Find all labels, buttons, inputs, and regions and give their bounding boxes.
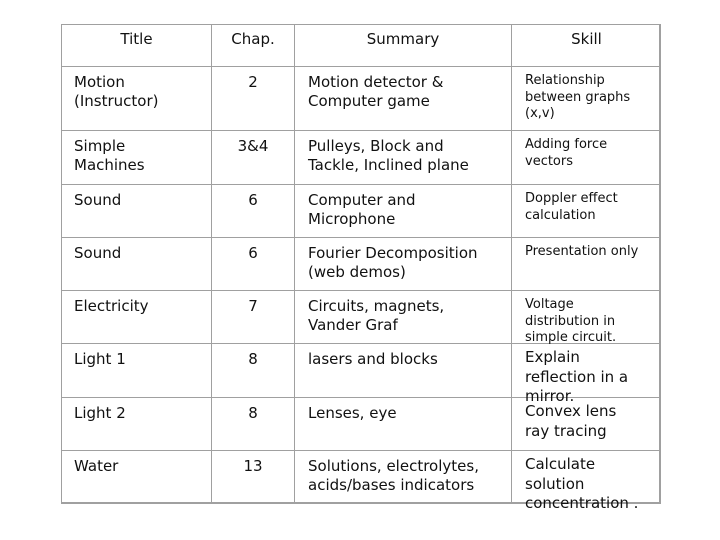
cell-skill-line: Adding force (525, 137, 608, 152)
cell-chapter: 6 (211, 185, 294, 237)
cell-summary: Circuits, magnets, Vander Graf (294, 291, 511, 343)
cell-skill-line: between graphs (525, 89, 631, 105)
cell-summary-line: Tackle, Inclined plane (308, 156, 469, 174)
cell-skill: Adding force vectors (511, 131, 661, 184)
cell-skill-line: Relationship (525, 73, 605, 88)
cell-title: Water (62, 451, 211, 504)
cell-skill-line: concentration . (525, 494, 639, 512)
cell-title-line: Light 2 (74, 404, 126, 422)
cell-skill: Presentation only (511, 238, 661, 290)
cell-title-line: Light 1 (74, 350, 126, 368)
table-row: Sound 6 Fourier Decomposition (web demos) Pr… (62, 238, 659, 291)
table-row: Electricity 7 Circuits, magnets, Vander Gra… (62, 291, 661, 345)
cell-title-line: Motion (74, 73, 125, 91)
cell-title-line: Water (74, 457, 119, 475)
course-table: Title Chap. Summary Skill Motion (Instruc… (61, 24, 661, 512)
header-summary: Summary (294, 25, 511, 66)
cell-title: Electricity (62, 291, 211, 343)
cell-skill-line: solution (525, 474, 585, 493)
cell-summary: Solutions, electrolytes, acids/bases indi… (294, 451, 511, 504)
cell-summary: Fourier Decomposition (web demos) (294, 238, 511, 290)
cell-skill-line: Convex lens (525, 402, 617, 420)
cell-summary: Lenses, eye (294, 398, 511, 450)
table-header-row: Title Chap. Summary Skill (62, 25, 659, 67)
cell-skill-line: calculation (525, 207, 596, 223)
cell-summary: Motion detector & Computer game (294, 67, 511, 130)
cell-skill-line: ray tracing (525, 421, 607, 440)
header-chapter: Chap. (211, 25, 294, 66)
cell-skill-line: Doppler effect (525, 191, 618, 206)
cell-title-line: Machines (74, 156, 145, 174)
cell-summary-line: Fourier Decomposition (308, 244, 478, 262)
cell-summary-line: Computer game (308, 92, 430, 110)
table-row: Sound 6 Computer and Microphone Doppler effe… (62, 185, 659, 238)
cell-title: Light 1 (62, 344, 211, 397)
cell-summary-line: Vander Graf (308, 316, 398, 334)
cell-skill-line: Calculate (525, 455, 596, 473)
cell-skill: Voltage distribution in simple circuit. (511, 291, 661, 345)
cell-title-line: Sound (74, 191, 122, 209)
cell-chapter: 2 (211, 67, 294, 130)
cell-skill-line: Presentation only (525, 244, 639, 259)
cell-skill-line: distribution in (525, 313, 616, 329)
cell-summary-line: Microphone (308, 210, 396, 228)
table-row: Simple Machines 3&4 Pulleys, Block and Tackl… (62, 131, 659, 185)
table-row: Motion (Instructor) 2 Motion detector & Comp… (62, 67, 659, 131)
cell-summary-line: Solutions, electrolytes, (308, 457, 479, 475)
table-row: Light 2 8 Lenses, eye Convex lens ray tracin… (62, 398, 659, 451)
cell-title: Simple Machines (62, 131, 211, 184)
cell-title-line: Simple (74, 137, 126, 155)
cell-skill: Relationship between graphs (x,v) (511, 67, 661, 130)
cell-summary-line: Pulleys, Block and (308, 137, 444, 155)
cell-skill-line: Voltage (525, 297, 574, 312)
cell-summary-line: Motion detector & (308, 73, 444, 91)
cell-skill-line: Explain (525, 348, 580, 366)
cell-summary-line: Circuits, magnets, (308, 297, 445, 315)
cell-summary-line: Lenses, eye (308, 404, 397, 422)
cell-title-line: (Instructor) (74, 92, 159, 110)
cell-summary-line: (web demos) (308, 263, 406, 281)
cell-summary: Pulleys, Block and Tackle, Inclined plane (294, 131, 511, 184)
cell-chapter: 7 (211, 291, 294, 343)
table-row: Light 1 8 lasers and blocks Explain reflecti… (62, 344, 661, 405)
cell-title: Sound (62, 238, 211, 290)
cell-chapter: 3&4 (211, 131, 294, 184)
table-row: Water 13 Solutions, electrolytes, acids/bas… (62, 451, 661, 512)
cell-title-line: Electricity (74, 297, 149, 315)
cell-summary: Computer and Microphone (294, 185, 511, 237)
cell-title: Motion (Instructor) (62, 67, 211, 130)
cell-chapter: 13 (211, 451, 294, 504)
cell-summary-line: Computer and (308, 191, 416, 209)
cell-title-line: Sound (74, 244, 122, 262)
cell-title: Light 2 (62, 398, 211, 450)
cell-chapter: 6 (211, 238, 294, 290)
cell-skill-line: (x,v) (525, 106, 555, 121)
cell-summary-line: lasers and blocks (308, 350, 438, 368)
cell-skill-line: vectors (525, 153, 574, 169)
cell-skill-line: reflection in a (525, 367, 629, 386)
cell-title: Sound (62, 185, 211, 237)
cell-summary: lasers and blocks (294, 344, 511, 397)
cell-skill: Calculate solution concentration . (511, 451, 661, 512)
header-title: Title (120, 30, 153, 48)
cell-skill: Explain reflection in a mirror. (511, 344, 661, 405)
cell-chapter: 8 (211, 398, 294, 450)
cell-chapter: 8 (211, 344, 294, 397)
header-skill: Skill (511, 25, 661, 66)
cell-skill: Convex lens ray tracing (511, 398, 661, 450)
cell-summary-line: acids/bases indicators (308, 476, 475, 494)
cell-skill: Doppler effect calculation (511, 185, 661, 237)
